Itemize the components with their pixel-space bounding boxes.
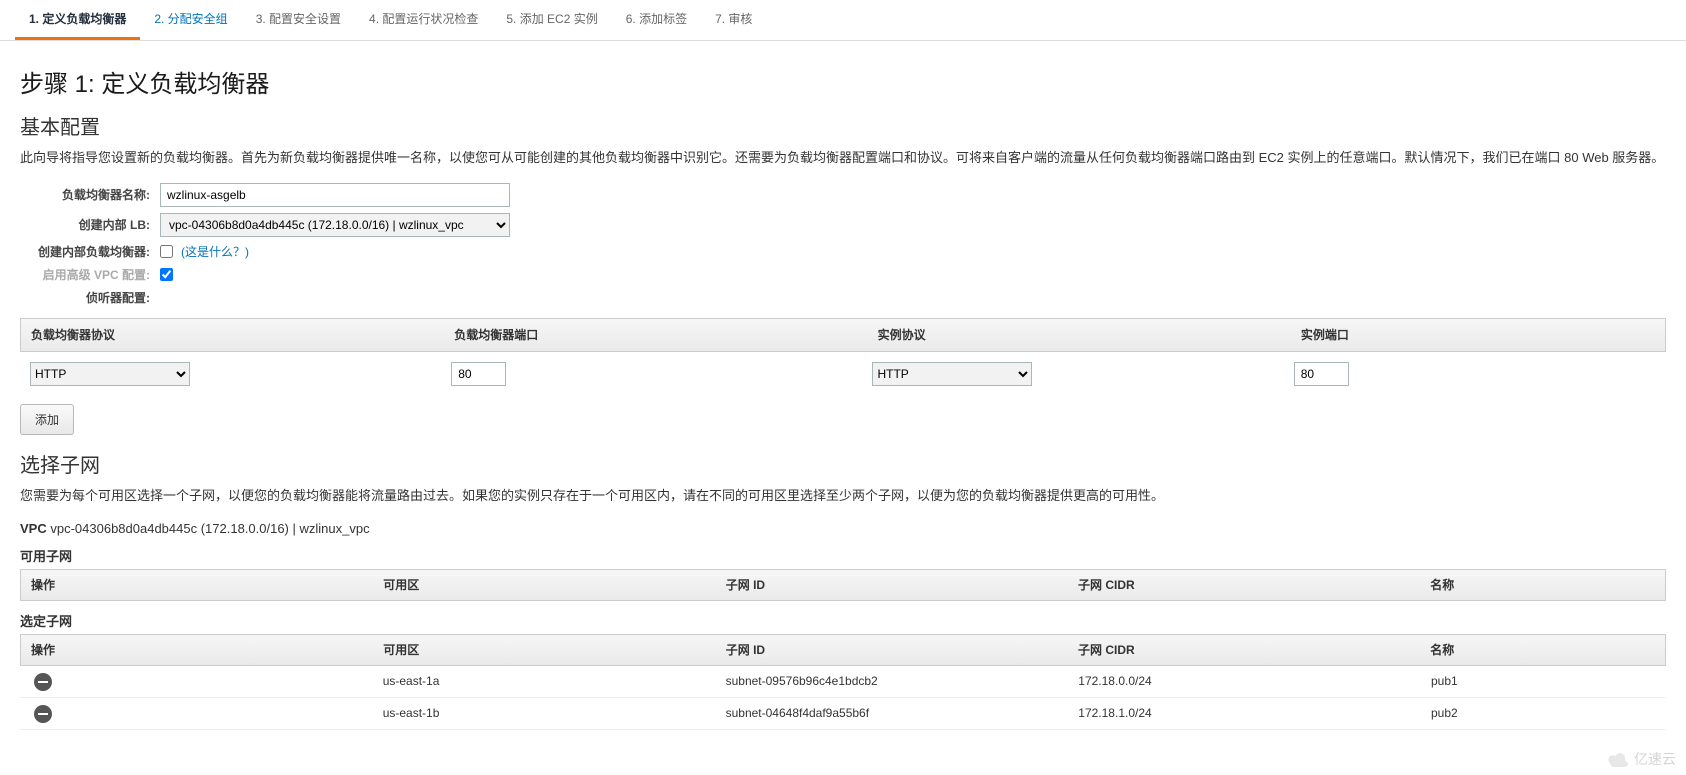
lb-protocol-select[interactable]: HTTP <box>30 362 190 386</box>
watermark: 亿速云 <box>1606 749 1676 769</box>
internal-lb-checkbox[interactable] <box>160 245 173 258</box>
whats-this-link[interactable]: (这是什么？) <box>181 243 249 260</box>
lb-name-label: 负载均衡器名称: <box>20 186 160 203</box>
col-action: 操作 <box>21 633 373 666</box>
listener-row: HTTP HTTP <box>20 352 1666 396</box>
remove-subnet-button[interactable] <box>34 673 52 691</box>
col-inst-port: 实例端口 <box>1291 318 1665 351</box>
selected-subnets-title: 选定子网 <box>20 611 1666 630</box>
basic-config-desc: 此向导将指导您设置新的负载均衡器。首先为新负载均衡器提供唯一名称，以使您可从可能… <box>20 148 1666 169</box>
col-action: 操作 <box>21 568 373 601</box>
col-name: 名称 <box>1420 633 1665 666</box>
tab-define-lb[interactable]: 1. 定义负载均衡器 <box>15 0 140 40</box>
col-subnet-id: 子网 ID <box>716 568 1068 601</box>
remove-subnet-button[interactable] <box>34 705 52 723</box>
col-az: 可用区 <box>373 633 715 666</box>
available-subnet-header: 操作 可用区 子网 ID 子网 CIDR 名称 <box>20 569 1666 601</box>
select-subnet-title: 选择子网 <box>20 449 1666 478</box>
cloud-icon <box>1606 751 1630 767</box>
minus-icon <box>38 713 48 715</box>
available-subnets-title: 可用子网 <box>20 546 1666 565</box>
cell-cidr: 172.18.0.0/24 <box>1068 668 1421 694</box>
select-subnet-desc: 您需要为每个可用区选择一个子网，以便您的负载均衡器能将流量路由过去。如果您的实例… <box>20 486 1666 507</box>
cell-az: us-east-1a <box>373 668 716 694</box>
inst-port-input[interactable] <box>1294 362 1349 386</box>
lb-name-input[interactable] <box>160 183 510 207</box>
advanced-vpc-label: 启用高级 VPC 配置: <box>20 266 160 283</box>
selected-subnet-header: 操作 可用区 子网 ID 子网 CIDR 名称 <box>20 634 1666 666</box>
cell-subnet-id: subnet-09576b96c4e1bdcb2 <box>716 668 1069 694</box>
tab-add-tags[interactable]: 6. 添加标签 <box>612 0 701 40</box>
col-cidr: 子网 CIDR <box>1068 568 1420 601</box>
vpc-line: VPC vpc-04306b8d0a4db445c (172.18.0.0/16… <box>20 521 1666 536</box>
create-in-label: 创建内部 LB: <box>20 216 160 233</box>
cell-subnet-id: subnet-04648f4daf9a55b6f <box>716 700 1069 726</box>
cell-cidr: 172.18.1.0/24 <box>1068 700 1421 726</box>
add-listener-button[interactable]: 添加 <box>20 404 74 435</box>
advanced-vpc-checkbox[interactable] <box>160 268 173 281</box>
step-title: 步骤 1: 定义负载均衡器 <box>20 64 1666 99</box>
listener-config-label: 侦听器配置: <box>20 289 160 306</box>
cell-name: pub1 <box>1421 668 1666 694</box>
col-inst-protocol: 实例协议 <box>868 318 1291 351</box>
inst-protocol-select[interactable]: HTTP <box>872 362 1032 386</box>
col-name: 名称 <box>1420 568 1665 601</box>
wizard-tabs: 1. 定义负载均衡器 2. 分配安全组 3. 配置安全设置 4. 配置运行状况检… <box>0 0 1686 41</box>
internal-lb-label: 创建内部负载均衡器: <box>20 243 160 260</box>
create-in-select[interactable]: vpc-04306b8d0a4db445c (172.18.0.0/16) | … <box>160 213 510 237</box>
basic-config-title: 基本配置 <box>20 111 1666 140</box>
col-lb-port: 负载均衡器端口 <box>444 318 867 351</box>
selected-subnet-row: us-east-1b subnet-04648f4daf9a55b6f 172.… <box>20 698 1666 730</box>
tab-security-settings[interactable]: 3. 配置安全设置 <box>242 0 355 40</box>
tab-health-check[interactable]: 4. 配置运行状况检查 <box>355 0 492 40</box>
tab-add-ec2[interactable]: 5. 添加 EC2 实例 <box>492 0 611 40</box>
col-cidr: 子网 CIDR <box>1068 633 1420 666</box>
selected-subnet-row: us-east-1a subnet-09576b96c4e1bdcb2 172.… <box>20 666 1666 698</box>
cell-name: pub2 <box>1421 700 1666 726</box>
listener-header: 负载均衡器协议 负载均衡器端口 实例协议 实例端口 <box>20 318 1666 352</box>
lb-port-input[interactable] <box>451 362 506 386</box>
minus-icon <box>38 681 48 683</box>
tab-review[interactable]: 7. 审核 <box>701 0 766 40</box>
col-lb-protocol: 负载均衡器协议 <box>21 318 444 351</box>
col-az: 可用区 <box>373 568 715 601</box>
tab-security-group[interactable]: 2. 分配安全组 <box>140 0 241 40</box>
col-subnet-id: 子网 ID <box>716 633 1068 666</box>
cell-az: us-east-1b <box>373 700 716 726</box>
